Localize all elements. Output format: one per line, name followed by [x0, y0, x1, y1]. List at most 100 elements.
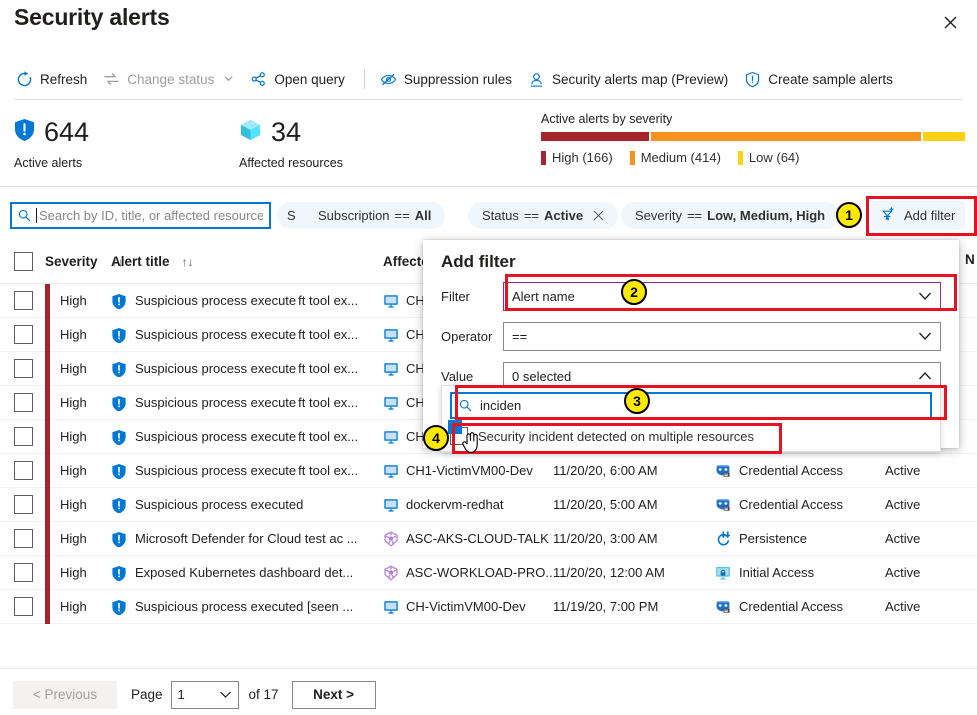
mouse-cursor-icon [462, 431, 482, 462]
cell-activity-time: 11/20/20, 3:00 AM [553, 531, 658, 546]
severity-text: High [60, 293, 87, 308]
create-sample-alerts-label: Create sample alerts [768, 71, 893, 87]
stat-affected-resources: 34 Affected resources [239, 118, 343, 171]
alert-title-overlap-text: ft tool ex... [298, 463, 359, 478]
row-checkbox[interactable] [14, 393, 33, 412]
row-checkbox[interactable] [14, 427, 33, 446]
search-input[interactable] [39, 208, 263, 223]
resource-name-text: CH1-VictimVM00-Dev [406, 463, 533, 478]
cell-affected-resource: CH1-VictimVM00-Dev [383, 463, 553, 479]
cell-alert-title[interactable]: Suspicious process execute ft tool ex... [111, 395, 383, 411]
filter-pill-subscription-value: All [414, 208, 432, 223]
total-pages-label: of 17 [248, 687, 279, 702]
chevron-down-icon [918, 329, 932, 344]
cell-alert-title[interactable]: Microsoft Defender for Cloud test ac ... [111, 531, 383, 547]
change-status-button[interactable]: Change status [97, 67, 244, 92]
cell-alert-title[interactable]: Suspicious process execute ft tool ex... [111, 429, 383, 445]
affected-resources-label: Affected resources [239, 156, 343, 170]
severity-text: High [60, 497, 87, 512]
cell-activity-time: 11/19/20, 7:00 PM [553, 599, 659, 614]
dialog-value-label: Value [441, 369, 474, 384]
filter-pill-severity-name: Severity [635, 208, 682, 223]
sort-icon-title[interactable]: ↑↓ [182, 255, 194, 269]
cell-alert-title[interactable]: Suspicious process execute ft tool ex... [111, 327, 383, 343]
text-caret [36, 208, 37, 223]
row-checkbox[interactable] [14, 495, 33, 514]
filter-pill-subscription-name: Subscription [318, 208, 390, 223]
kubernetes-icon [383, 531, 399, 547]
filter-pill-status-value: Active [544, 208, 584, 223]
search-box[interactable] [10, 202, 271, 229]
close-icon[interactable] [933, 5, 967, 39]
vm-icon [383, 395, 399, 411]
row-checkbox[interactable] [14, 597, 33, 616]
severity-chart-title: Active alerts by severity [541, 112, 673, 126]
tactics-text: Credential Access [739, 463, 844, 478]
page-number-value: 1 [177, 687, 185, 702]
stats-divider-line [0, 186, 977, 187]
column-header-title[interactable]: Alert title ↑↓ [111, 254, 383, 269]
initial-access-icon [715, 565, 731, 581]
next-page-button[interactable]: Next > [291, 680, 376, 709]
dropdown-search-box[interactable] [450, 392, 932, 419]
remove-filter-status-icon[interactable] [593, 209, 604, 223]
filter-pill-severity[interactable]: Severity == Low, Medium, High [621, 202, 840, 229]
page-number-select[interactable]: 1 [170, 680, 239, 709]
filter-pill-status[interactable]: Status == Active [468, 202, 619, 229]
credential-access-icon [715, 463, 731, 479]
add-filter-button[interactable]: Add filter [871, 201, 966, 230]
open-query-button[interactable]: Open query [244, 67, 355, 92]
operator-select[interactable]: == [503, 322, 941, 351]
alert-title-text: Suspicious process executed [135, 497, 304, 512]
row-checkbox[interactable] [14, 563, 33, 582]
create-sample-alerts-button[interactable]: Create sample alerts [738, 67, 903, 92]
refresh-button[interactable]: Refresh [10, 67, 97, 92]
select-all-checkbox[interactable] [14, 252, 33, 271]
cell-alert-title[interactable]: Suspicious process execute ft tool ex... [111, 361, 383, 377]
cell-tactics: Credential Access [715, 463, 885, 479]
filter-pill-subscription[interactable]: Subscription == All [304, 202, 446, 229]
row-checkbox[interactable] [14, 529, 33, 548]
cell-affected-resource: ASC-WORKLOAD-PRO... [383, 565, 553, 581]
alert-title-overlap-text: ft tool ex... [298, 395, 359, 410]
table-row[interactable]: High Suspicious process executed [seen ..… [0, 589, 977, 624]
filter-pill-status-name: Status [482, 208, 519, 223]
alert-title-text: Suspicious process execute [135, 429, 297, 444]
vm-icon [383, 599, 399, 615]
table-row[interactable]: High Suspicious process execute ft tool ex… [0, 453, 977, 488]
column-header-title-label: Alert title [111, 254, 170, 269]
page-label: Page [131, 687, 163, 702]
dropdown-search-input[interactable] [478, 397, 923, 414]
security-alerts-page: Security alerts Refresh Change status Op… [0, 0, 977, 715]
filter-name-select[interactable]: Alert name [503, 282, 941, 311]
severity-text: High [60, 327, 87, 342]
row-checkbox[interactable] [14, 359, 33, 378]
security-alerts-map-button[interactable]: Security alerts map (Preview) [522, 67, 738, 92]
severity-chart: Active alerts by severity High (166) Med… [541, 112, 969, 165]
credential-access-icon [715, 599, 731, 615]
previous-page-button[interactable]: < Previous [13, 680, 117, 709]
row-checkbox[interactable] [14, 291, 33, 310]
severity-indicator-bar [45, 589, 50, 624]
table-row[interactable]: High Microsoft Defender for Cloud test ac… [0, 521, 977, 556]
alert-title-overlap-text: ft tool ex... [298, 327, 359, 342]
change-status-icon [103, 71, 120, 88]
dropdown-option[interactable]: Security incident detected on multiple r… [442, 421, 940, 451]
cell-alert-title[interactable]: Exposed Kubernetes dashboard det... [111, 565, 383, 581]
resource-name-text: CH [406, 361, 425, 376]
alert-shield-icon [111, 497, 127, 513]
vm-icon [383, 429, 399, 445]
severity-bar-segment-medium [651, 132, 922, 141]
cell-alert-title[interactable]: Suspicious process execute ft tool ex... [111, 293, 383, 309]
alert-title-text: Suspicious process execute [135, 327, 297, 342]
cell-alert-title[interactable]: Suspicious process executed [seen ... [111, 599, 383, 615]
table-row[interactable]: High Exposed Kubernetes dashboard det... A… [0, 555, 977, 590]
row-checkbox[interactable] [14, 461, 33, 480]
dialog-title: Add filter [441, 252, 516, 271]
refresh-icon [16, 70, 33, 88]
table-row[interactable]: High Suspicious process executed dockervm-… [0, 487, 977, 522]
suppression-rules-button[interactable]: Suppression rules [374, 67, 522, 92]
cell-alert-title[interactable]: Suspicious process executed [111, 497, 383, 513]
row-checkbox[interactable] [14, 325, 33, 344]
cell-alert-title[interactable]: Suspicious process execute ft tool ex... [111, 463, 383, 479]
